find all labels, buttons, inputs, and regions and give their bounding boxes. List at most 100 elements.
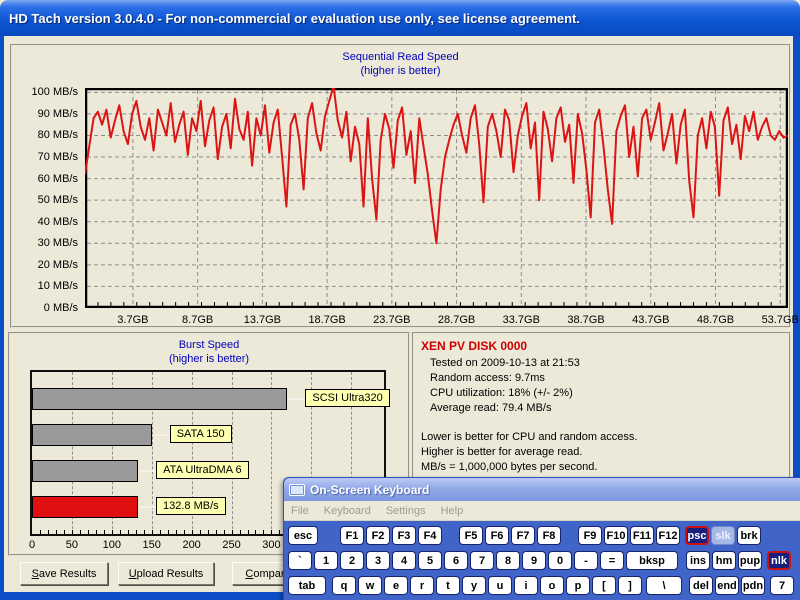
key-i[interactable]: i <box>514 576 538 595</box>
key-=[interactable]: = <box>600 551 624 570</box>
device-name: XEN PV DISK 0000 <box>421 339 782 354</box>
key-[[interactable]: [ <box>592 576 616 595</box>
key-y[interactable]: y <box>462 576 486 595</box>
burst-chart-subtitle: (higher is better) <box>10 353 408 365</box>
burst-minor-tick <box>112 530 113 534</box>
burst-minor-tick <box>216 530 217 534</box>
key-bksp[interactable]: bksp <box>626 551 678 570</box>
key-esc[interactable]: esc <box>288 526 318 545</box>
on-screen-keyboard-window[interactable]: On-Screen Keyboard File Keyboard Settings H… <box>283 477 800 600</box>
osk-titlebar[interactable]: On-Screen Keyboard <box>284 478 800 501</box>
key-3[interactable]: 3 <box>366 551 390 570</box>
key-][interactable]: ] <box>618 576 642 595</box>
osk-menu-settings[interactable]: Settings <box>386 505 426 517</box>
key-end[interactable]: end <box>715 576 739 595</box>
key-e[interactable]: e <box>384 576 408 595</box>
burst-minor-tick <box>271 530 272 534</box>
key-F11[interactable]: F11 <box>630 526 654 545</box>
key-F1[interactable]: F1 <box>340 526 364 545</box>
key-F7[interactable]: F7 <box>511 526 535 545</box>
key-4[interactable]: 4 <box>392 551 416 570</box>
osk-menu-help[interactable]: Help <box>441 505 464 517</box>
key-7[interactable]: 7 <box>470 551 494 570</box>
key-2[interactable]: 2 <box>340 551 364 570</box>
key-F5[interactable]: F5 <box>459 526 483 545</box>
key-tab[interactable]: tab <box>288 576 326 595</box>
burst-minor-tick <box>240 530 241 534</box>
burst-minor-tick <box>248 530 249 534</box>
burst-minor-tick <box>152 530 153 534</box>
key-F3[interactable]: F3 <box>392 526 416 545</box>
key-F12[interactable]: F12 <box>656 526 680 545</box>
burst-bar-label: SATA 150 <box>170 425 232 443</box>
burst-minor-tick <box>200 530 201 534</box>
key-ins[interactable]: ins <box>686 551 710 570</box>
y-tick-label: 40 MB/s <box>14 216 78 228</box>
osk-menu-file[interactable]: File <box>291 505 309 517</box>
key-w[interactable]: w <box>358 576 382 595</box>
key-8[interactable]: 8 <box>496 551 520 570</box>
y-tick-label: 60 MB/s <box>14 173 78 185</box>
stat-line: Random access: 9.7ms <box>421 371 782 386</box>
burst-minor-tick <box>232 530 233 534</box>
key--[interactable]: - <box>574 551 598 570</box>
key-del[interactable]: del <box>689 576 713 595</box>
key-6[interactable]: 6 <box>444 551 468 570</box>
key-9[interactable]: 9 <box>522 551 546 570</box>
main-window-titlebar[interactable]: HD Tach version 3.0.4.0 - For non-commer… <box>0 0 800 36</box>
main-window-title: HD Tach version 3.0.4.0 - For non-commer… <box>0 11 580 26</box>
sequential-read-chart <box>85 88 788 308</box>
key-1[interactable]: 1 <box>314 551 338 570</box>
key-5[interactable]: 5 <box>418 551 442 570</box>
osk-menu-keyboard[interactable]: Keyboard <box>324 505 371 517</box>
burst-x-tick-label: 0 <box>29 539 35 551</box>
key-nlk[interactable]: nlk <box>767 551 791 570</box>
key-psc[interactable]: psc <box>685 526 709 545</box>
osk-title: On-Screen Keyboard <box>310 483 429 497</box>
key-hm[interactable]: hm <box>712 551 736 570</box>
key-t[interactable]: t <box>436 576 460 595</box>
key-u[interactable]: u <box>488 576 512 595</box>
key-\[interactable]: \ <box>646 576 682 595</box>
y-tick-label: 80 MB/s <box>14 129 78 141</box>
upload-results-button[interactable]: Upload Results <box>118 562 214 585</box>
burst-minor-tick <box>120 530 121 534</box>
key-F4[interactable]: F4 <box>418 526 442 545</box>
key-0[interactable]: 0 <box>548 551 572 570</box>
burst-minor-tick <box>263 530 264 534</box>
x-tick-label: 38.7GB <box>567 314 604 326</box>
y-tick-label: 10 MB/s <box>14 280 78 292</box>
x-tick-label: 28.7GB <box>438 314 475 326</box>
burst-bar-label: 132.8 MB/s <box>156 497 226 515</box>
key-pdn[interactable]: pdn <box>741 576 765 595</box>
key-q[interactable]: q <box>332 576 356 595</box>
screen: HD Tach version 3.0.4.0 - For non-commer… <box>0 0 800 600</box>
key-pup[interactable]: pup <box>738 551 762 570</box>
key-F9[interactable]: F9 <box>578 526 602 545</box>
stat-line: Average read: 79.4 MB/s <box>421 401 782 416</box>
key-F2[interactable]: F2 <box>366 526 390 545</box>
burst-minor-tick <box>168 530 169 534</box>
key-F6[interactable]: F6 <box>485 526 509 545</box>
key-F8[interactable]: F8 <box>537 526 561 545</box>
device-stats: Tested on 2009-10-13 at 21:53Random acce… <box>421 356 782 416</box>
burst-minor-tick <box>64 530 65 534</box>
key-7[interactable]: 7 <box>770 576 794 595</box>
save-results-button[interactable]: Save Results <box>20 562 108 585</box>
burst-minor-tick <box>56 530 57 534</box>
key-slk[interactable]: slk <box>711 526 735 545</box>
stat-line: Tested on 2009-10-13 at 21:53 <box>421 356 782 371</box>
bar-label-connector <box>140 470 156 472</box>
burst-x-tick-label: 150 <box>143 539 161 551</box>
bar-label-connector <box>289 398 305 400</box>
key-`[interactable]: ` <box>288 551 312 570</box>
burst-minor-tick <box>255 530 256 534</box>
key-r[interactable]: r <box>410 576 434 595</box>
burst-x-tick-label: 100 <box>103 539 121 551</box>
key-brk[interactable]: brk <box>737 526 761 545</box>
key-F10[interactable]: F10 <box>604 526 628 545</box>
burst-minor-tick <box>224 530 225 534</box>
key-o[interactable]: o <box>540 576 564 595</box>
burst-minor-tick <box>96 530 97 534</box>
key-p[interactable]: p <box>566 576 590 595</box>
